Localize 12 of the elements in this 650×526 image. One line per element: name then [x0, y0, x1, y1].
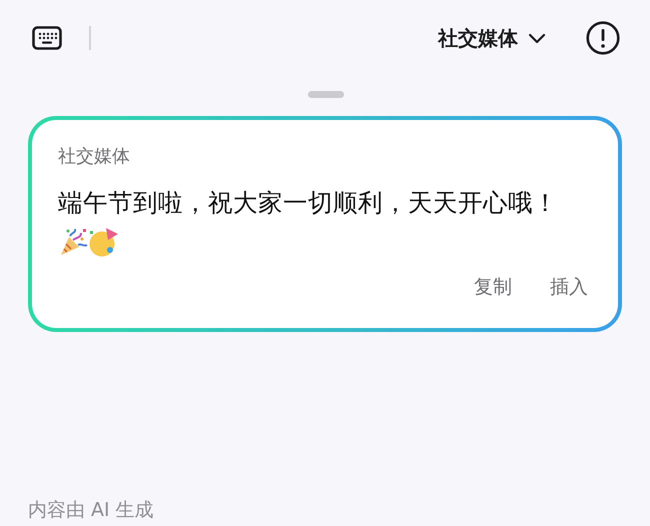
drag-handle[interactable]	[308, 91, 344, 98]
category-dropdown[interactable]: 社交媒体	[438, 24, 546, 52]
ai-disclaimer: 内容由 AI 生成	[28, 499, 154, 521]
keyboard-icon[interactable]	[32, 26, 62, 50]
message-text: 端午节到啦，祝大家一切顺利，天天开心哦！	[58, 188, 558, 217]
chevron-down-icon	[528, 32, 546, 44]
insert-button[interactable]: 插入	[550, 275, 588, 299]
card-label: 社交媒体	[58, 146, 130, 168]
party-popper-icon	[58, 227, 88, 257]
copy-button[interactable]: 复制	[474, 275, 512, 299]
party-hat-icon	[88, 227, 120, 257]
info-icon[interactable]	[586, 21, 620, 55]
